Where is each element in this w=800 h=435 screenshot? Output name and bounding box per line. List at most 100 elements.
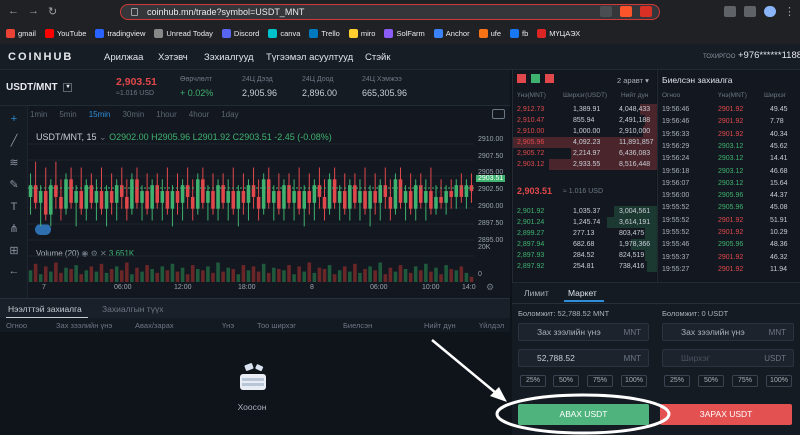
volume-bar (307, 262, 312, 282)
book-view-bids-icon[interactable] (531, 74, 540, 83)
account-phone[interactable]: +976******1188 (738, 50, 800, 61)
bookmark-item[interactable]: tradingview (95, 27, 145, 39)
logo[interactable]: COINHUB (8, 51, 73, 63)
settings-gear-icon[interactable]: ⚙ (486, 282, 494, 293)
crosshair-icon[interactable]: + (6, 112, 22, 126)
bookmark-item[interactable]: Discord (221, 27, 260, 39)
sell-pct-50[interactable]: 50% (698, 375, 724, 387)
candle-body (99, 191, 104, 209)
nav-orders[interactable]: Зэхиалгууд (204, 52, 254, 63)
nav-stake[interactable]: Стэйк (365, 52, 391, 63)
buy-pct-50[interactable]: 50% (553, 375, 579, 387)
bids-row[interactable]: 2,897.93 284.52 824,519 (513, 250, 657, 261)
bookmark-item[interactable]: YouTube (44, 27, 86, 39)
trade-row: 19:56:33 2901.92 40.34 (658, 129, 800, 140)
bookmark-item[interactable]: miro (348, 27, 375, 39)
extensions-icon[interactable] (724, 6, 736, 17)
interval-1hour[interactable]: 1hour (156, 110, 176, 119)
nav-trade[interactable]: Арилжаа (104, 52, 143, 63)
pattern-icon[interactable]: ⋔ (6, 222, 22, 236)
text-icon[interactable]: T (6, 200, 22, 214)
candle-body (175, 191, 180, 203)
volume-bar (287, 265, 291, 282)
settings-link[interactable]: ТОХИРГОО (703, 54, 735, 60)
bookmark-item[interactable]: ufe (478, 27, 501, 39)
nav-faq[interactable]: Түгээмэл асуултууд (266, 52, 353, 63)
volume-value: 665,305.96 (362, 88, 408, 98)
brave-shield-icon[interactable] (620, 6, 632, 17)
sell-pct-25[interactable]: 25% (664, 375, 690, 387)
bids-row[interactable]: 2,897.94 682.68 1,978,366 (513, 239, 657, 250)
bids-total: 3,614,191 (619, 219, 651, 226)
sell-pct-100[interactable]: 100% (766, 375, 792, 387)
address-bar[interactable]: coinhub.mn/trade?symbol=USDT_MNT (120, 4, 660, 20)
candle-body (79, 191, 83, 209)
candle-body (211, 191, 215, 209)
bids-row[interactable]: 2,897.92 254.81 738,416 (513, 261, 657, 272)
nav-wallet[interactable]: Хэтэвч (158, 52, 188, 63)
bookmark-icon (478, 28, 488, 38)
bookmark-label: Discord (233, 28, 260, 38)
asks-row[interactable]: 2,910.47 855.94 2,491,188 (513, 115, 657, 126)
asks-row[interactable]: 2,903.12 2,933.55 8,516,448 (513, 159, 657, 170)
tab-limit[interactable]: Лимит (524, 288, 549, 298)
tab-market[interactable]: Маркет (568, 288, 597, 298)
price-chart[interactable] (28, 124, 476, 286)
pair-selector[interactable]: USDT/MNT ▾ (6, 82, 73, 93)
trendline-icon[interactable]: ╱ (6, 134, 22, 148)
forward-icon[interactable]: → (28, 5, 39, 17)
candle-body (150, 185, 154, 209)
interval-4hour[interactable]: 4hour (189, 110, 209, 119)
buy-usdt-button[interactable]: АВАХ USDT (518, 404, 649, 425)
bookmark-item[interactable]: Trello (309, 27, 340, 39)
bookmark-item[interactable]: gmail (6, 27, 36, 39)
bookmark-item[interactable]: Unread Today (154, 27, 213, 39)
asks-row[interactable]: 2,905.72 2,214.97 6,436,083 (513, 148, 657, 159)
interval-1min[interactable]: 1min (30, 110, 47, 119)
rewards-icon[interactable] (640, 6, 652, 17)
bookmark-item[interactable]: fb (510, 27, 528, 39)
bookmark-item[interactable]: SolFarm (384, 27, 425, 39)
tab-order-history[interactable]: Захиалгын түүх (102, 304, 163, 314)
reload-icon[interactable]: ↻ (48, 5, 57, 18)
bookmark-item[interactable]: МҮЦАЭХ (537, 27, 580, 39)
buy-pct-100[interactable]: 100% (621, 375, 647, 387)
bookmark-item[interactable]: canva (268, 27, 300, 39)
time-tick: 06:00 (114, 284, 132, 291)
buy-amount-input[interactable]: 52,788.52 MNT (518, 349, 649, 367)
key-icon[interactable] (600, 6, 612, 17)
bids-row[interactable]: 2,901.24 1,245.74 3,614,191 (513, 217, 657, 228)
back-icon[interactable]: ← (8, 5, 19, 17)
asks-row[interactable]: 2,905.96 4,092.23 11,891,857 (513, 137, 657, 148)
bids-row[interactable]: 2,901.92 1,035.37 3,004,561 (513, 206, 657, 217)
precision-dropdown[interactable]: 2 аравт ▾ (617, 76, 649, 85)
trade-price: 2901.92 (718, 216, 744, 224)
book-view-both-icon[interactable] (517, 74, 526, 83)
volume-bar (119, 270, 124, 282)
buy-pct-25[interactable]: 25% (520, 375, 546, 387)
time-tick: 12:00 (174, 284, 192, 291)
bids-row[interactable]: 2,899.27 277.13 803,475 (513, 228, 657, 239)
profile-icon[interactable] (764, 6, 776, 17)
sidebar-icon[interactable] (744, 6, 756, 17)
sell-usdt-button[interactable]: ЗАРАХ USDT (660, 404, 792, 425)
sell-amount-input[interactable]: Ширхэг USDT (662, 349, 794, 367)
interval-15min[interactable]: 15min (89, 110, 111, 119)
interval-5min[interactable]: 5min (59, 110, 76, 119)
back-arrow-icon[interactable]: ← (6, 264, 22, 278)
camera-icon[interactable] (492, 109, 505, 119)
asks-row[interactable]: 2,910.00 1,000.00 2,910,000 (513, 126, 657, 137)
fib-icon[interactable]: ≋ (6, 156, 22, 170)
asks-qty: 1,389.91 (573, 106, 601, 113)
menu-icon[interactable]: ⋮ (784, 5, 795, 18)
bookmark-item[interactable]: Anchor (433, 27, 470, 39)
tab-open-orders[interactable]: Нээлттэй захиалга (8, 304, 82, 314)
interval-30min[interactable]: 30min (122, 110, 144, 119)
interval-1day[interactable]: 1day (221, 110, 238, 119)
brush-icon[interactable]: ✎ (6, 178, 22, 192)
sell-pct-75[interactable]: 75% (732, 375, 758, 387)
buy-pct-75[interactable]: 75% (587, 375, 613, 387)
book-view-asks-icon[interactable] (545, 74, 554, 83)
asks-row[interactable]: 2,912.73 1,389.91 4,048,433 (513, 104, 657, 115)
measure-icon[interactable]: ⊞ (6, 244, 22, 258)
